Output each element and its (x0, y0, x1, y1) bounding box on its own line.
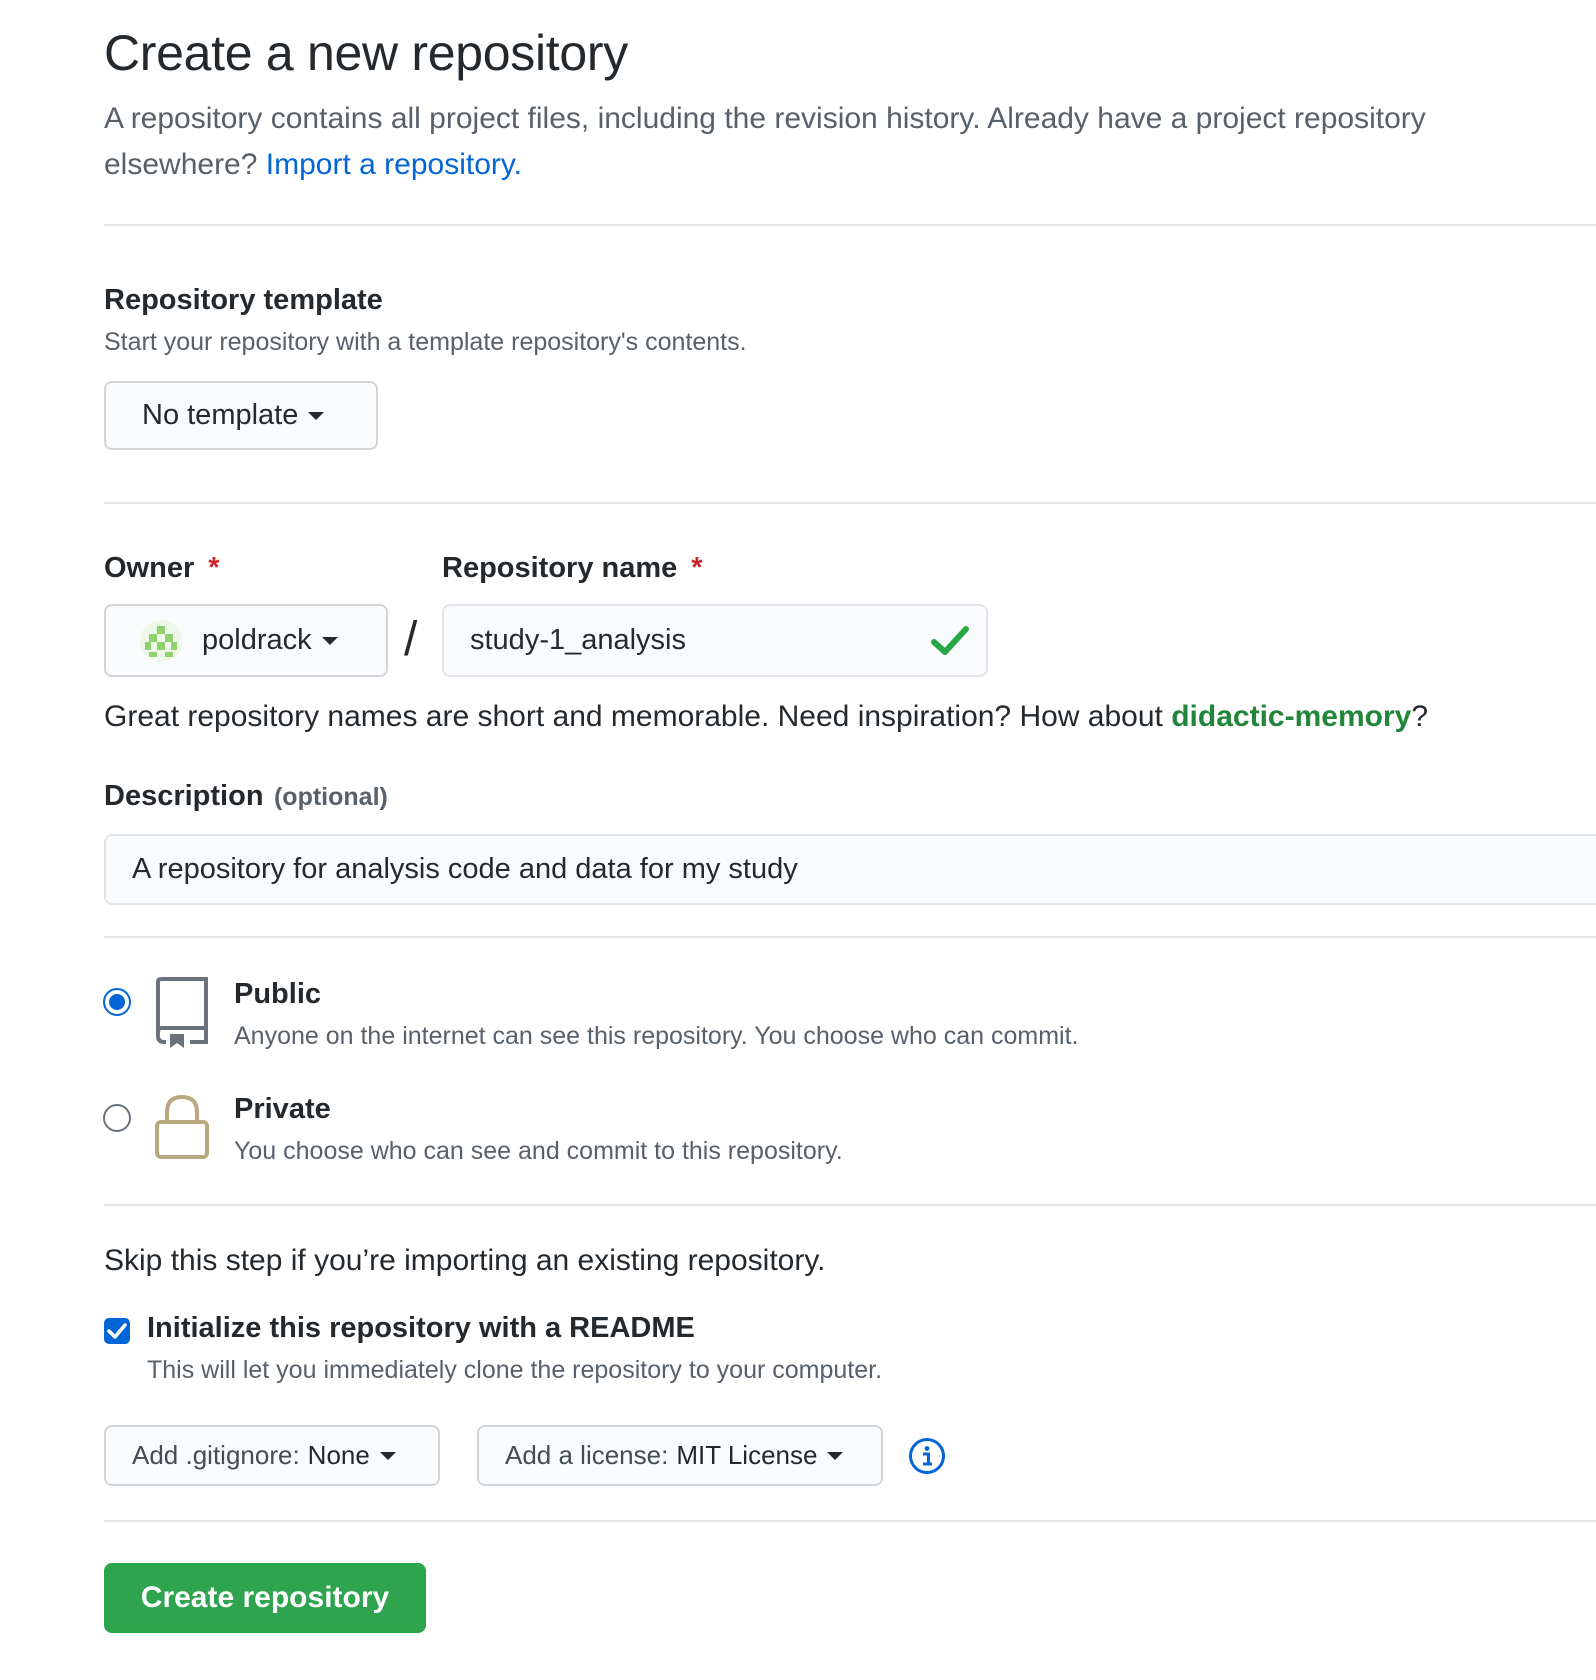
create-repository-button[interactable]: Create repository (104, 1563, 426, 1633)
skip-step-note: Skip this step if you’re importing an ex… (104, 1244, 826, 1277)
gitignore-select-button[interactable]: Add .gitignore: None (104, 1425, 440, 1486)
repo-name-label: Repository name * (442, 552, 703, 585)
checkmark-icon (107, 1323, 127, 1339)
gitignore-value: None (307, 1440, 370, 1470)
readme-label[interactable]: Initialize this repository with a README (147, 1312, 695, 1345)
template-label: Repository template (104, 284, 383, 316)
owner-repo-separator: / (404, 613, 418, 666)
optional-tag: (optional) (273, 783, 388, 811)
visibility-public-title: Public (234, 978, 322, 1010)
hint-suffix: ? (1411, 700, 1428, 733)
chevron-down-icon (308, 411, 325, 420)
info-icon[interactable] (908, 1437, 946, 1475)
divider (104, 936, 1596, 938)
divider (104, 1520, 1596, 1522)
avatar (140, 619, 182, 662)
intro-text: A repository contains all project files,… (104, 96, 1544, 188)
visibility-private-title: Private (234, 1093, 331, 1125)
visibility-public-desc: Anyone on the internet can see this repo… (234, 1022, 1079, 1050)
repo-book-icon (152, 976, 212, 1048)
license-select-button[interactable]: Add a license: MIT License (477, 1425, 883, 1486)
template-note: Start your repository with a template re… (104, 328, 747, 356)
readme-checkbox[interactable] (104, 1318, 130, 1344)
required-asterisk: * (691, 552, 703, 584)
name-suggestion-link[interactable]: didactic-memory (1171, 700, 1411, 733)
repo-name-hint: Great repository names are short and mem… (104, 700, 1428, 734)
divider (104, 502, 1596, 504)
repo-name-value: study-1_analysis (470, 624, 686, 656)
hint-text: Great repository names are short and mem… (104, 700, 1163, 733)
lock-icon (154, 1094, 210, 1160)
visibility-private-radio[interactable] (103, 1104, 131, 1132)
required-asterisk: * (208, 552, 220, 584)
description-label: Description (optional) (104, 780, 388, 813)
license-prefix: Add a license: (505, 1440, 669, 1470)
owner-value: poldrack (202, 624, 312, 656)
visibility-public-radio[interactable] (103, 988, 131, 1016)
template-select-button[interactable]: No template (104, 381, 378, 450)
description-value: A repository for analysis code and data … (132, 853, 798, 885)
readme-desc: This will let you immediately clone the … (147, 1356, 883, 1384)
description-input[interactable]: A repository for analysis code and data … (104, 834, 1596, 905)
divider (104, 1204, 1596, 1206)
chevron-down-icon (379, 1451, 396, 1460)
owner-label: Owner * (104, 552, 220, 585)
description-label-text: Description (104, 780, 264, 812)
import-repository-link[interactable]: Import a repository. (266, 148, 522, 181)
license-value: MIT License (676, 1440, 818, 1470)
page-title: Create a new repository (104, 25, 628, 81)
chevron-down-icon (827, 1451, 844, 1460)
owner-select-button[interactable]: poldrack (104, 604, 388, 677)
template-selected-label: No template (142, 399, 299, 431)
visibility-private-desc: You choose who can see and commit to thi… (234, 1137, 843, 1165)
repo-name-label-text: Repository name (442, 552, 678, 584)
create-repo-page: Create a new repository A repository con… (0, 0, 1596, 1680)
owner-label-text: Owner (104, 552, 195, 584)
divider (104, 224, 1596, 226)
gitignore-prefix: Add .gitignore: (132, 1440, 300, 1470)
check-icon (930, 624, 970, 658)
repo-name-input[interactable]: study-1_analysis (442, 604, 988, 677)
chevron-down-icon (321, 636, 338, 645)
